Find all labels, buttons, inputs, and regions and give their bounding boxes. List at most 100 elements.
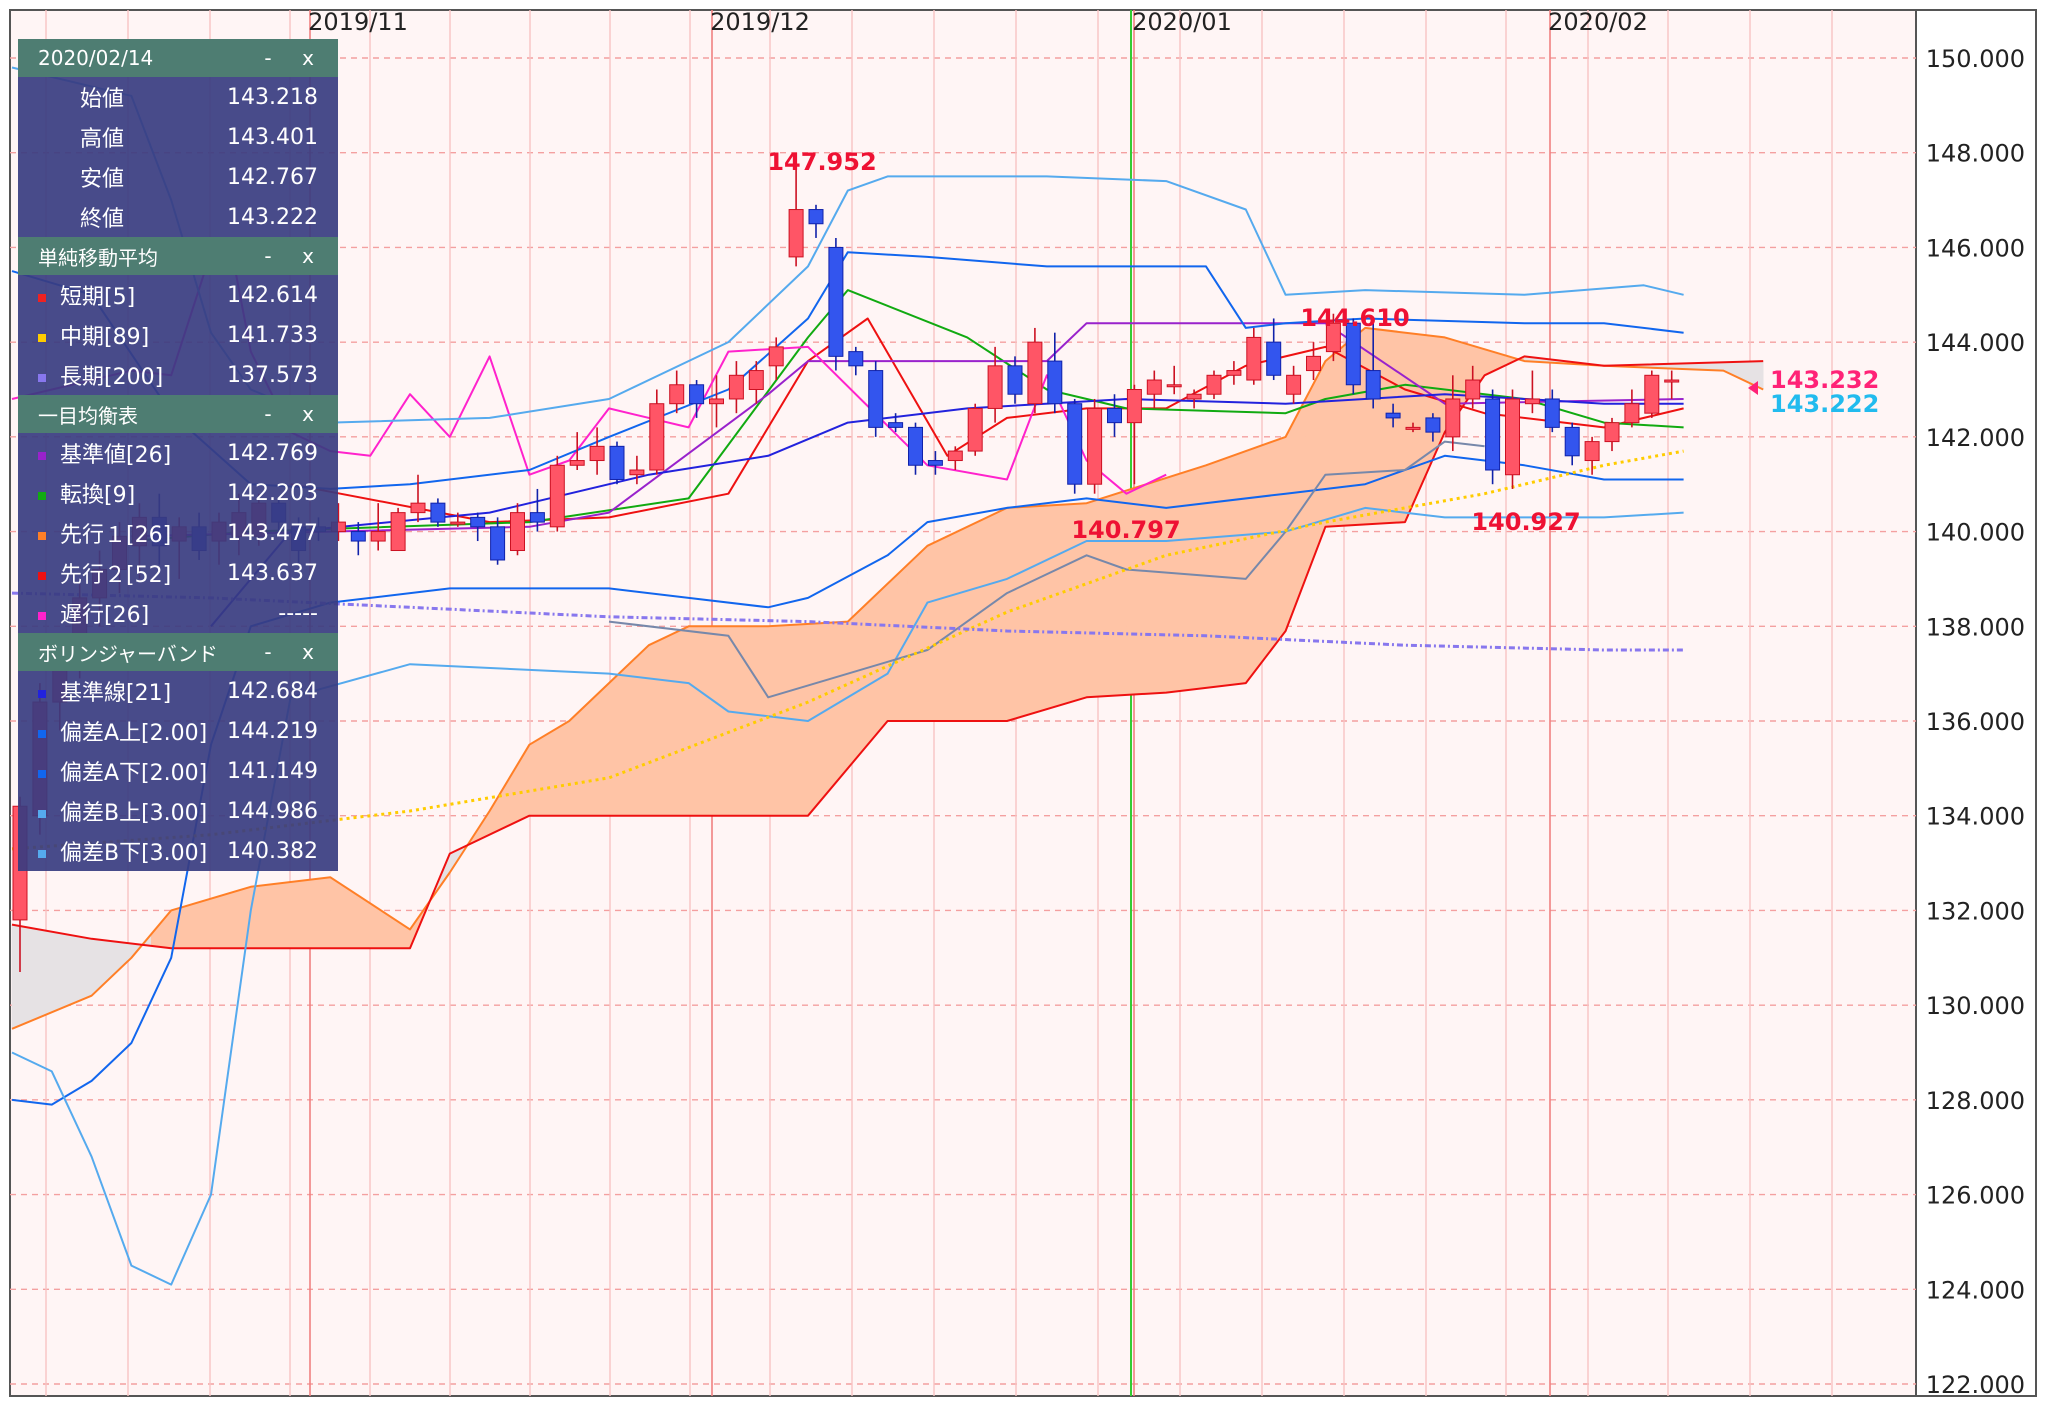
indicator-value: 144.986 [227,798,318,824]
cloud-segment [668,625,689,817]
candle-body [888,422,904,428]
section-title: 一目均衡表 [38,403,138,428]
candle-body [1087,407,1103,485]
candle-body [529,512,545,523]
indicator-name: 偏差A上[2.00] [60,721,208,746]
candle-body [1465,379,1481,400]
cloud-segment [608,663,630,817]
indicator-value: 143.637 [227,560,318,586]
indicator-section-header: 単純移動平均 - x [18,237,338,275]
cloud-segment [290,879,311,949]
indicator-label: 偏差B下[3.00] [38,835,227,867]
y-tick-label: 130.000 [1926,992,2025,1020]
ohlc-row: 安値 142.767 [18,157,338,197]
cloud-segment [71,934,92,1005]
cloud-segment [708,625,729,817]
x-tick-label: 2019/11 [308,8,408,36]
ohlc-row: 高値 143.401 [18,117,338,157]
candle-body [470,516,486,528]
indicator-name: 先行２[52] [60,563,172,588]
candle-body [927,460,943,466]
indicator-label: 中期[89] [38,319,227,351]
cloud-segment [648,635,670,817]
candle-body [1345,322,1361,386]
candle-body [490,526,506,561]
close-button[interactable]: x [288,46,328,70]
candle-body [1564,426,1580,457]
candle-body [589,445,605,462]
x-tick-label: 2019/12 [710,8,810,36]
indicator-label: 短期[5] [38,279,227,311]
candle-body [1544,398,1560,428]
candle-body [569,460,585,466]
cloud-segment [1185,464,1207,691]
indicator-row: 偏差A上[2.00] 144.219 [18,711,338,751]
candle-body [1604,422,1620,443]
indicator-value: 141.733 [227,322,318,348]
candle-body [1584,441,1600,462]
candle-body [1485,398,1501,471]
info-panel: 2020/02/14 - x 始値 143.218 高値 143.401 安値 142.7… [18,39,338,871]
indicator-value: 141.149 [227,758,318,784]
high-low-label: 140.797 [1071,516,1180,544]
candle-body [728,374,744,400]
close-button[interactable]: x [288,244,328,268]
indicator-label: 長期[200] [38,359,227,391]
section-title: 単純移動平均 [38,245,158,270]
ohlc-value: 142.767 [227,164,318,190]
indicator-name: 基準線[21] [60,681,172,706]
y-tick-label: 128.000 [1926,1087,2025,1115]
indicator-row: 遅行[26] ----- [18,593,338,633]
candle-body [1226,370,1242,376]
indicator-name: 転換[9] [60,483,136,508]
candle-body [1067,403,1083,485]
candle-body [1644,374,1660,414]
ohlc-label: 始値 [80,87,125,112]
cloud-segment [1026,505,1048,716]
minimize-button[interactable]: - [248,244,288,268]
indicator-label: 遅行[26] [38,597,278,629]
cloud-segment [767,624,789,817]
candle-body [908,426,923,466]
candle-body [848,351,864,367]
indicator-value: 142.769 [227,440,318,466]
candle-body [808,209,824,225]
indicator-value: 137.573 [227,362,318,388]
y-tick-label: 136.000 [1926,708,2025,736]
minimize-button[interactable]: - [248,402,288,426]
candle-body [1405,426,1421,430]
legend-color-icon [38,572,46,580]
y-tick-label: 122.000 [1926,1371,2025,1399]
candle-body [430,502,446,523]
ohlc-value: 143.222 [227,204,318,230]
indicator-name: 中期[89] [60,325,150,350]
candle-body [1524,398,1540,405]
cloud-segment [728,625,749,817]
indicator-label: 先行２[52] [38,557,227,589]
y-tick-label: 150.000 [1926,45,2025,73]
close-button[interactable]: x [288,402,328,426]
section-title: ボリンジャーバンド [38,641,218,666]
minimize-button[interactable]: - [248,46,288,70]
candle-body [649,403,665,471]
cloud-segment [1146,477,1167,695]
indicator-value: 142.203 [227,480,318,506]
minimize-button[interactable]: - [248,640,288,664]
y-tick-label: 144.000 [1926,329,2025,357]
candle-body [1246,336,1262,381]
indicator-label: 基準値[26] [38,437,227,469]
ohlc-row: 終値 143.222 [18,197,338,237]
cloud-segment [11,924,33,1030]
high-low-label: 147.952 [767,148,876,176]
indicator-label: 先行１[26] [38,517,227,549]
cloud-segment [1205,457,1227,689]
cloud-segment [628,644,650,817]
candle-body [1206,374,1222,395]
indicator-row: 先行２[52] 143.637 [18,553,338,593]
cloud-segment [1245,443,1266,685]
close-button[interactable]: x [288,640,328,664]
indicator-row: 偏差B上[3.00] 144.986 [18,791,338,831]
cloud-segment [1046,504,1067,710]
cloud-segment [190,898,212,949]
legend-color-icon [38,770,46,778]
